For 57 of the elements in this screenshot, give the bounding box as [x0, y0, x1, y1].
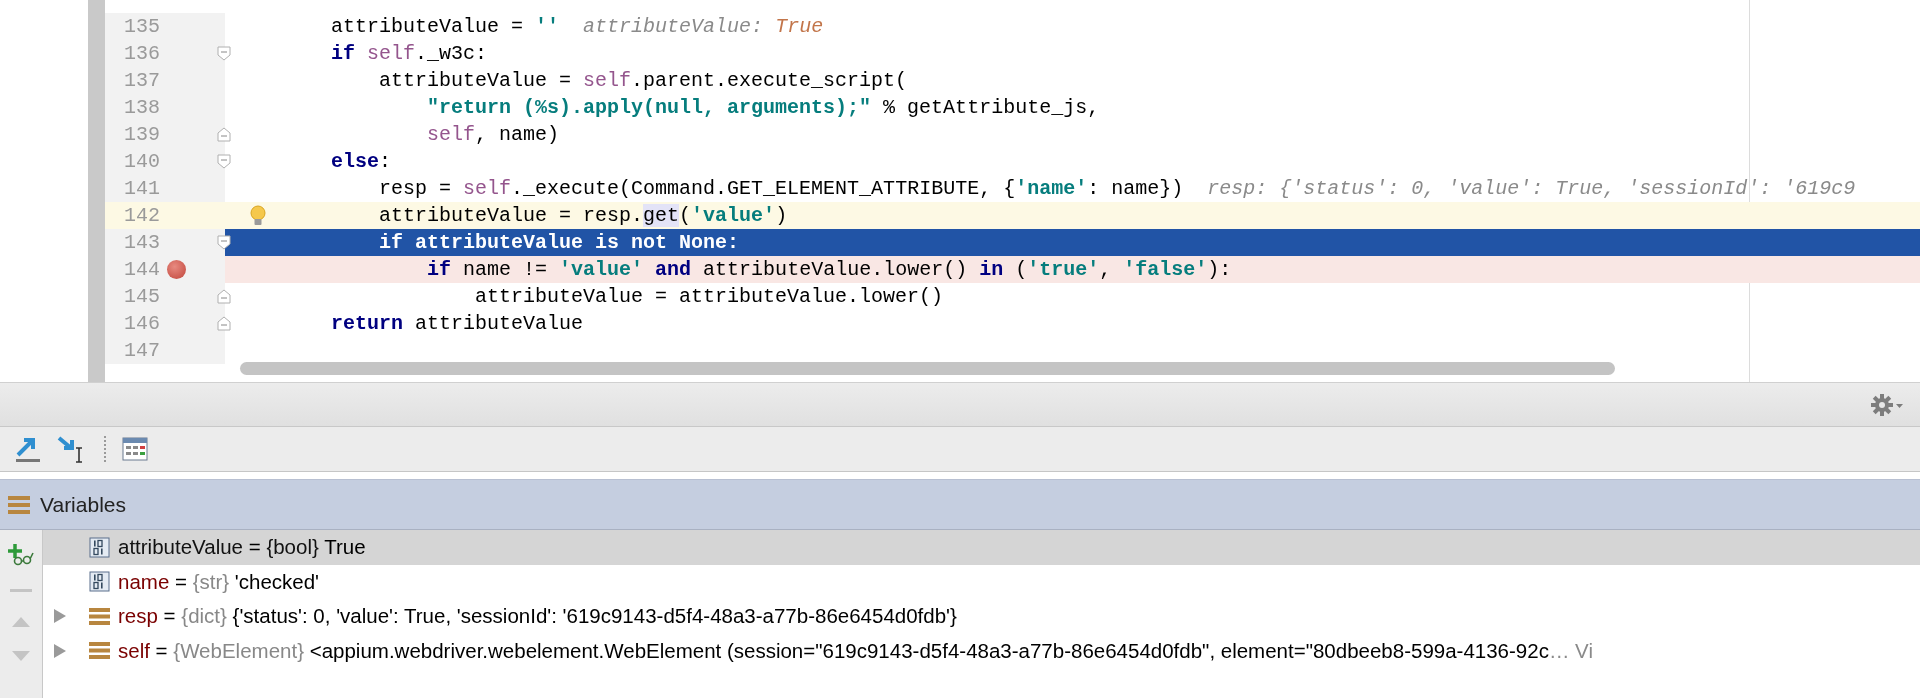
- line-number: 140: [123, 150, 160, 173]
- code-text: attributeValue = '' attributeValue: True: [330, 15, 824, 38]
- variable-text: resp = {dict} {'status': 0, 'value': True, 'sessionId': '619c9143-d5f4-48a3-a77b-86e6454d0fdb'}: [118, 604, 957, 629]
- expand-arrow-icon[interactable]: [53, 642, 67, 659]
- line-number: 138: [123, 96, 160, 119]
- variable-row[interactable]: attributeValue = {bool} True: [43, 530, 1920, 565]
- minus-icon: [10, 588, 32, 594]
- fold-marker-icon[interactable]: [217, 235, 231, 250]
- primitive-type-icon: [89, 571, 110, 593]
- panel-title: Variables: [40, 492, 126, 517]
- code-text: self, name): [426, 123, 560, 146]
- line-number: 139: [123, 123, 160, 146]
- expand-arrow-icon[interactable]: [53, 608, 67, 625]
- table-icon: [122, 437, 148, 461]
- stacked-bars-icon: [89, 605, 110, 627]
- variable-row[interactable]: resp = {dict} {'status': 0, 'value': True, 'sessionId': '619c9143-d5f4-48a3-a77b-86e6454d0fdb'}: [43, 599, 1920, 634]
- fold-marker-icon[interactable]: [217, 154, 231, 169]
- fold-marker-icon[interactable]: [217, 46, 231, 61]
- code-text: else:: [330, 150, 392, 173]
- code-text: if self._w3c:: [330, 42, 488, 65]
- gear-icon: [1870, 392, 1904, 417]
- variable-text: name = {str} 'checked': [118, 569, 320, 594]
- line-number: 144: [123, 258, 160, 281]
- code-text: attributeValue = self.parent.execute_script(: [378, 69, 908, 92]
- code-text: if attributeValue is not None:: [378, 231, 740, 254]
- code-text: "return (%s).apply(null, arguments);" % getAttribute_js,: [426, 96, 1100, 119]
- triangle-up-icon: [11, 616, 31, 628]
- stacked-bars-icon: [8, 493, 30, 516]
- code-text: attributeValue = attributeValue.lower(): [474, 285, 944, 308]
- fold-marker-icon[interactable]: [217, 316, 231, 331]
- line-number: 135: [123, 15, 160, 38]
- line-number: 145: [123, 285, 160, 308]
- arrow-up-right-icon: [14, 435, 42, 463]
- variable-row[interactable]: name = {str} 'checked': [43, 564, 1920, 599]
- variable-row[interactable]: self = {WebElement} <appium.webdriver.webelement.WebElement (session="619c9143-d5f4-48a3-a77b-86e6454d0fdb", element="80dbeeb8-599a-4136-92c… Vi: [43, 633, 1920, 668]
- code-text: return attributeValue: [330, 312, 584, 335]
- scrollbar-thumb[interactable]: [240, 362, 1615, 375]
- line-number: 143: [123, 231, 160, 254]
- variable-text: attributeValue = {bool} True: [118, 535, 366, 560]
- stacked-bars-icon: [89, 640, 110, 662]
- line-number: 142: [123, 204, 160, 227]
- plus-glasses-icon: [8, 542, 34, 566]
- line-number: 141: [123, 177, 160, 200]
- breakpoint-icon[interactable]: [167, 260, 186, 279]
- fold-marker-icon[interactable]: [217, 127, 231, 142]
- code-text: resp = self._execute(Command.GET_ELEMENT_ATTRIBUTE, {'name': name}) resp: {'status': 0, 'value': True, 'sessionId': '619c9: [378, 177, 1856, 200]
- variable-text: self = {WebElement} <appium.webdriver.webelement.WebElement (session="619c9143-d5f4-48a3-a77b-86e6454d0fdb", element="80dbeeb8-599a-4136-92c: [118, 638, 1549, 663]
- triangle-down-icon: [11, 650, 31, 662]
- primitive-type-icon: [89, 536, 110, 558]
- code-text: if name != 'value' and attributeValue.lower() in ('true', 'false'):: [426, 258, 1232, 281]
- fold-marker-icon[interactable]: [217, 289, 231, 304]
- code-text: attributeValue = resp.get('value'): [378, 204, 788, 227]
- line-number: 147: [123, 339, 160, 362]
- lightbulb-icon[interactable]: [249, 205, 267, 227]
- line-number: 137: [123, 69, 160, 92]
- line-number: 146: [123, 312, 160, 335]
- line-number: 136: [123, 42, 160, 65]
